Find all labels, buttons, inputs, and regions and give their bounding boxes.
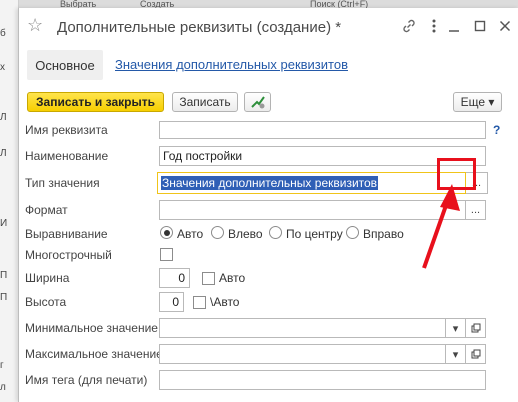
annotation-arrow-icon [422,184,460,269]
